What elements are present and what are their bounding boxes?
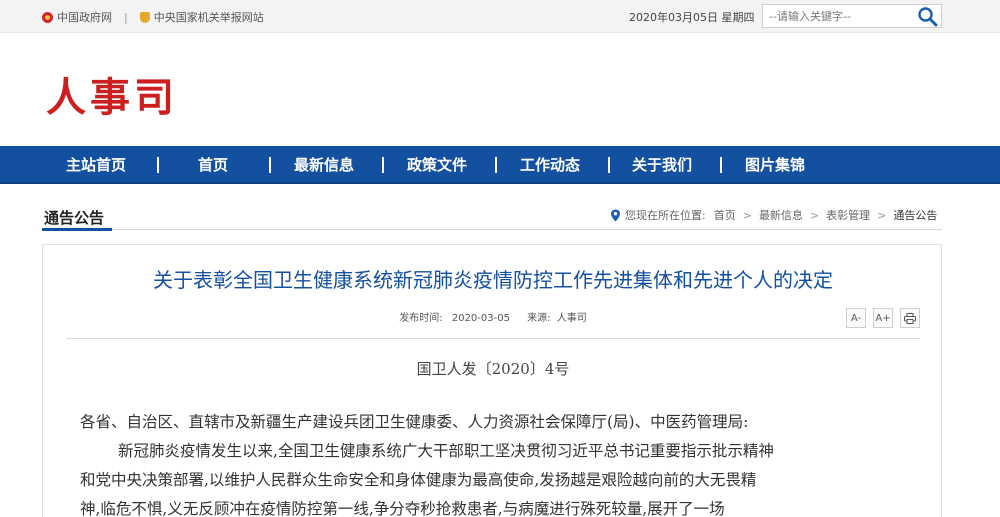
breadcrumb-prefix: 您现在所在位置:	[625, 209, 706, 222]
nav-divider	[382, 157, 384, 173]
printer-icon	[904, 312, 916, 324]
document-number: 国卫人发〔2020〕4号	[416, 360, 570, 378]
source-label: 来源:	[527, 313, 551, 324]
main-navigation: 主站首页 首页 最新信息 政策文件 工作动态 关于我们 图片集锦	[0, 146, 1000, 184]
meta-divider	[66, 338, 920, 339]
site-logo[interactable]: 人事司	[46, 65, 178, 123]
nav-divider	[720, 157, 722, 173]
source-value: 人事司	[556, 313, 587, 324]
addressee-line: 各省、自治区、直辖市及新疆生产建设兵团卫生健康委、人力资源社会保障厅(局)、中医…	[80, 413, 749, 431]
top-links: 中国政府网 | 中央国家机关举报网站	[42, 9, 264, 25]
current-date: 2020年03月05日 星期四	[629, 11, 755, 24]
paragraph-line: 和党中央决策部署,以维护人民群众生命安全和身体健康为最高使命,发扬越是艰险越向前…	[80, 471, 757, 489]
link-separator: |	[124, 10, 128, 24]
font-larger-button[interactable]: A+	[873, 308, 893, 328]
publish-date: 2020-03-05	[451, 313, 510, 324]
shield-icon	[139, 11, 150, 23]
section-title: 通告公告	[44, 209, 105, 227]
breadcrumb-arrow: >	[742, 208, 752, 222]
nav-item-policy-documents[interactable]: 政策文件	[407, 146, 467, 184]
breadcrumb-commendation[interactable]: 表彰管理	[826, 207, 870, 223]
breadcrumb-home[interactable]: 首页	[714, 207, 736, 223]
breadcrumb-arrow: >	[809, 208, 820, 222]
paragraph-line: 新冠肺炎疫情发生以来,全国卫生健康系统广大干部职工坚决贯彻习近平总书记重要指示批…	[118, 442, 774, 460]
top-utility-bar: 中国政府网 | 中央国家机关举报网站 2020年03月05日 星期四	[0, 0, 1000, 33]
section-divider	[42, 229, 942, 230]
nav-item-photo-gallery[interactable]: 图片集锦	[745, 146, 805, 184]
nav-divider	[495, 157, 497, 173]
article-tools: A- A+	[846, 308, 920, 328]
breadcrumb-latest-news[interactable]: 最新信息	[759, 207, 803, 223]
nav-item-work-updates[interactable]: 工作动态	[520, 146, 580, 184]
nav-item-main-home[interactable]: 主站首页	[66, 146, 126, 184]
publish-label: 发布时间:	[399, 313, 443, 324]
article-title: 关于表彰全国卫生健康系统新冠肺炎疫情防控工作先进集体和先进个人的决定	[153, 268, 833, 292]
report-site-link[interactable]: 中央国家机关举报网站	[154, 9, 264, 25]
search-input[interactable]	[763, 5, 913, 28]
article-body: 各省、自治区、直辖市及新疆生产建设兵团卫生健康委、人力资源社会保障厅(局)、中医…	[80, 408, 920, 517]
location-pin-icon	[611, 209, 620, 221]
breadcrumb-current: 通告公告	[893, 209, 938, 222]
nav-divider	[269, 157, 271, 173]
nav-divider	[608, 157, 610, 173]
font-smaller-button[interactable]: A-	[846, 308, 866, 328]
search-icon[interactable]	[917, 6, 938, 27]
article-meta: 发布时间: 2020-03-05 来源: 人事司	[43, 309, 943, 324]
nav-item-home[interactable]: 首页	[198, 146, 228, 184]
article-container: 关于表彰全国卫生健康系统新冠肺炎疫情防控工作先进集体和先进个人的决定 发布时间:…	[42, 244, 942, 517]
nav-item-latest-news[interactable]: 最新信息	[294, 146, 354, 184]
nav-item-about-us[interactable]: 关于我们	[632, 146, 692, 184]
search-box	[762, 4, 942, 28]
print-button[interactable]	[900, 308, 920, 328]
national-emblem-icon	[42, 11, 53, 23]
gov-portal-link[interactable]: 中国政府网	[57, 9, 112, 25]
nav-divider	[157, 157, 159, 173]
breadcrumb: 您现在所在位置: 首页 > 最新信息 > 表彰管理 > 通告公告	[610, 207, 937, 223]
section-title-underline	[42, 228, 112, 231]
paragraph-line: 神,临危不惧,义无反顾冲在疫情防控第一线,争分夺秒抢救患者,与病魔进行殊死较量,…	[80, 500, 725, 517]
breadcrumb-arrow: >	[877, 208, 887, 222]
